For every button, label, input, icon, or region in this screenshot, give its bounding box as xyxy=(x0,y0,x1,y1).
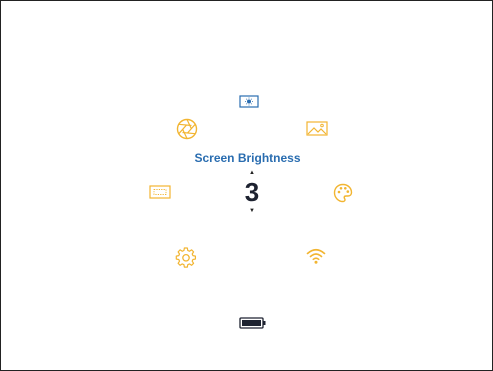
brightness-value: 3 xyxy=(244,177,260,207)
increase-arrow-icon[interactable]: ▲ xyxy=(232,170,272,176)
setting-title: Screen Brightness xyxy=(194,151,301,165)
decrease-arrow-icon[interactable]: ▼ xyxy=(232,208,272,214)
brightness-icon[interactable] xyxy=(239,94,259,108)
value-stepper[interactable]: ▲ 3 ▼ xyxy=(232,170,272,216)
settings-icon[interactable] xyxy=(174,246,198,270)
palette-icon[interactable] xyxy=(332,182,354,204)
osd-menu-frame: Screen Brightness ▲ 3 ▼ xyxy=(0,0,493,371)
wifi-icon[interactable] xyxy=(305,246,327,266)
screen-frame-icon[interactable] xyxy=(148,184,172,200)
image-icon[interactable] xyxy=(305,120,329,136)
aperture-icon[interactable] xyxy=(175,117,199,141)
battery-icon[interactable] xyxy=(238,316,268,330)
